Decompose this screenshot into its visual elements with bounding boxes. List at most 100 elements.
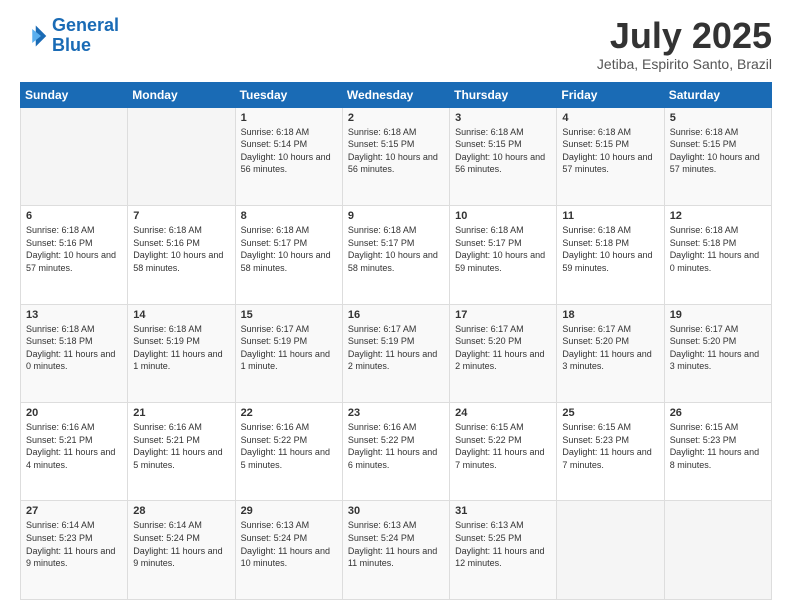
day-info: Sunrise: 6:18 AM Sunset: 5:15 PM Dayligh… <box>455 126 551 176</box>
calendar-cell: 1 Sunrise: 6:18 AM Sunset: 5:14 PM Daylig… <box>235 107 342 205</box>
day-number: 5 <box>670 112 766 124</box>
calendar-cell: 7Sunrise: 6:18 AM Sunset: 5:16 PM Daylig… <box>128 206 235 304</box>
dow-header-saturday: Saturday <box>664 82 771 107</box>
calendar-cell: 9Sunrise: 6:18 AM Sunset: 5:17 PM Daylig… <box>342 206 449 304</box>
calendar-cell <box>21 107 128 205</box>
calendar-cell: 21 Sunrise: 6:16 AM Sunset: 5:21 PM Dayli… <box>128 403 235 501</box>
day-number: 10 <box>455 210 551 222</box>
calendar-cell: 2 Sunrise: 6:18 AM Sunset: 5:15 PM Daylig… <box>342 107 449 205</box>
day-info: Sunrise: 6:16 AM Sunset: 5:22 PM Dayligh… <box>241 421 337 471</box>
day-number: 3 <box>455 112 551 124</box>
calendar-cell: 29 Sunrise: 6:13 AM Sunset: 5:24 PM Dayli… <box>235 501 342 600</box>
calendar-cell: 31Sunrise: 6:13 AM Sunset: 5:25 PM Dayli… <box>450 501 557 600</box>
day-number: 22 <box>241 407 337 419</box>
logo-icon <box>20 22 48 50</box>
day-info: Sunrise: 6:18 AM Sunset: 5:15 PM Dayligh… <box>348 126 444 176</box>
day-number: 15 <box>241 309 337 321</box>
title-block: July 2025 Jetiba, Espirito Santo, Brazil <box>597 16 772 72</box>
week-row-2: 6 Sunrise: 6:18 AM Sunset: 5:16 PM Daylig… <box>21 206 772 304</box>
calendar-cell: 8Sunrise: 6:18 AM Sunset: 5:17 PM Daylig… <box>235 206 342 304</box>
day-number: 8 <box>241 210 337 222</box>
header: General Blue July 2025 Jetiba, Espirito … <box>20 16 772 72</box>
calendar-cell: 27Sunrise: 6:14 AM Sunset: 5:23 PM Dayli… <box>21 501 128 600</box>
calendar-cell: 18 Sunrise: 6:17 AM Sunset: 5:20 PM Dayli… <box>557 304 664 402</box>
day-info: Sunrise: 6:14 AM Sunset: 5:23 PM Dayligh… <box>26 519 122 569</box>
dow-header-thursday: Thursday <box>450 82 557 107</box>
day-number: 23 <box>348 407 444 419</box>
dow-header-friday: Friday <box>557 82 664 107</box>
calendar-cell: 11Sunrise: 6:18 AM Sunset: 5:18 PM Dayli… <box>557 206 664 304</box>
page: General Blue July 2025 Jetiba, Espirito … <box>0 0 792 612</box>
day-info: Sunrise: 6:16 AM Sunset: 5:21 PM Dayligh… <box>133 421 229 471</box>
day-number: 26 <box>670 407 766 419</box>
day-number: 28 <box>133 505 229 517</box>
day-number: 2 <box>348 112 444 124</box>
day-number: 20 <box>26 407 122 419</box>
day-info: Sunrise: 6:17 AM Sunset: 5:20 PM Dayligh… <box>455 323 551 373</box>
day-number: 29 <box>241 505 337 517</box>
day-info: Sunrise: 6:13 AM Sunset: 5:24 PM Dayligh… <box>241 519 337 569</box>
day-info: Sunrise: 6:16 AM Sunset: 5:22 PM Dayligh… <box>348 421 444 471</box>
day-info: Sunrise: 6:18 AM Sunset: 5:16 PM Dayligh… <box>26 224 122 274</box>
day-info: Sunrise: 6:18 AM Sunset: 5:15 PM Dayligh… <box>670 126 766 176</box>
day-number: 25 <box>562 407 658 419</box>
week-row-3: 13Sunrise: 6:18 AM Sunset: 5:18 PM Dayli… <box>21 304 772 402</box>
day-info: Sunrise: 6:18 AM Sunset: 5:15 PM Dayligh… <box>562 126 658 176</box>
day-info: Sunrise: 6:17 AM Sunset: 5:19 PM Dayligh… <box>241 323 337 373</box>
day-number: 30 <box>348 505 444 517</box>
day-info: Sunrise: 6:18 AM Sunset: 5:18 PM Dayligh… <box>26 323 122 373</box>
calendar-cell: 10 Sunrise: 6:18 AM Sunset: 5:17 PM Dayli… <box>450 206 557 304</box>
calendar-cell: 19Sunrise: 6:17 AM Sunset: 5:20 PM Dayli… <box>664 304 771 402</box>
calendar-cell: 13Sunrise: 6:18 AM Sunset: 5:18 PM Dayli… <box>21 304 128 402</box>
day-info: Sunrise: 6:18 AM Sunset: 5:17 PM Dayligh… <box>348 224 444 274</box>
day-number: 16 <box>348 309 444 321</box>
calendar-cell: 15 Sunrise: 6:17 AM Sunset: 5:19 PM Dayli… <box>235 304 342 402</box>
calendar-cell: 23 Sunrise: 6:16 AM Sunset: 5:22 PM Dayli… <box>342 403 449 501</box>
logo-text: General Blue <box>52 16 119 56</box>
month-title: July 2025 <box>597 16 772 56</box>
calendar-cell: 14 Sunrise: 6:18 AM Sunset: 5:19 PM Dayli… <box>128 304 235 402</box>
dow-header-tuesday: Tuesday <box>235 82 342 107</box>
location-subtitle: Jetiba, Espirito Santo, Brazil <box>597 56 772 72</box>
calendar-cell: 12 Sunrise: 6:18 AM Sunset: 5:18 PM Dayli… <box>664 206 771 304</box>
dow-header-monday: Monday <box>128 82 235 107</box>
day-number: 21 <box>133 407 229 419</box>
week-row-4: 20 Sunrise: 6:16 AM Sunset: 5:21 PM Dayli… <box>21 403 772 501</box>
days-of-week-row: SundayMondayTuesdayWednesdayThursdayFrid… <box>21 82 772 107</box>
calendar-cell <box>128 107 235 205</box>
calendar-cell: 24Sunrise: 6:15 AM Sunset: 5:22 PM Dayli… <box>450 403 557 501</box>
day-info: Sunrise: 6:15 AM Sunset: 5:23 PM Dayligh… <box>670 421 766 471</box>
day-number: 6 <box>26 210 122 222</box>
day-info: Sunrise: 6:18 AM Sunset: 5:17 PM Dayligh… <box>455 224 551 274</box>
day-number: 14 <box>133 309 229 321</box>
day-number: 12 <box>670 210 766 222</box>
day-number: 17 <box>455 309 551 321</box>
calendar-table: SundayMondayTuesdayWednesdayThursdayFrid… <box>20 82 772 600</box>
week-row-5: 27Sunrise: 6:14 AM Sunset: 5:23 PM Dayli… <box>21 501 772 600</box>
calendar-cell: 16 Sunrise: 6:17 AM Sunset: 5:19 PM Dayli… <box>342 304 449 402</box>
day-info: Sunrise: 6:13 AM Sunset: 5:24 PM Dayligh… <box>348 519 444 569</box>
day-info: Sunrise: 6:14 AM Sunset: 5:24 PM Dayligh… <box>133 519 229 569</box>
dow-header-wednesday: Wednesday <box>342 82 449 107</box>
day-info: Sunrise: 6:17 AM Sunset: 5:19 PM Dayligh… <box>348 323 444 373</box>
day-number: 19 <box>670 309 766 321</box>
calendar-body: 1 Sunrise: 6:18 AM Sunset: 5:14 PM Daylig… <box>21 107 772 599</box>
calendar-cell: 26 Sunrise: 6:15 AM Sunset: 5:23 PM Dayli… <box>664 403 771 501</box>
day-info: Sunrise: 6:18 AM Sunset: 5:18 PM Dayligh… <box>670 224 766 274</box>
day-info: Sunrise: 6:18 AM Sunset: 5:18 PM Dayligh… <box>562 224 658 274</box>
day-number: 18 <box>562 309 658 321</box>
logo: General Blue <box>20 16 119 56</box>
week-row-1: 1 Sunrise: 6:18 AM Sunset: 5:14 PM Daylig… <box>21 107 772 205</box>
day-number: 1 <box>241 112 337 124</box>
calendar-cell <box>557 501 664 600</box>
day-info: Sunrise: 6:13 AM Sunset: 5:25 PM Dayligh… <box>455 519 551 569</box>
calendar-cell: 30 Sunrise: 6:13 AM Sunset: 5:24 PM Dayli… <box>342 501 449 600</box>
day-info: Sunrise: 6:18 AM Sunset: 5:19 PM Dayligh… <box>133 323 229 373</box>
calendar-cell: 17 Sunrise: 6:17 AM Sunset: 5:20 PM Dayli… <box>450 304 557 402</box>
calendar-cell <box>664 501 771 600</box>
day-number: 4 <box>562 112 658 124</box>
calendar-cell: 22 Sunrise: 6:16 AM Sunset: 5:22 PM Dayli… <box>235 403 342 501</box>
calendar-cell: 4 Sunrise: 6:18 AM Sunset: 5:15 PM Daylig… <box>557 107 664 205</box>
day-info: Sunrise: 6:17 AM Sunset: 5:20 PM Dayligh… <box>562 323 658 373</box>
day-info: Sunrise: 6:18 AM Sunset: 5:14 PM Dayligh… <box>241 126 337 176</box>
